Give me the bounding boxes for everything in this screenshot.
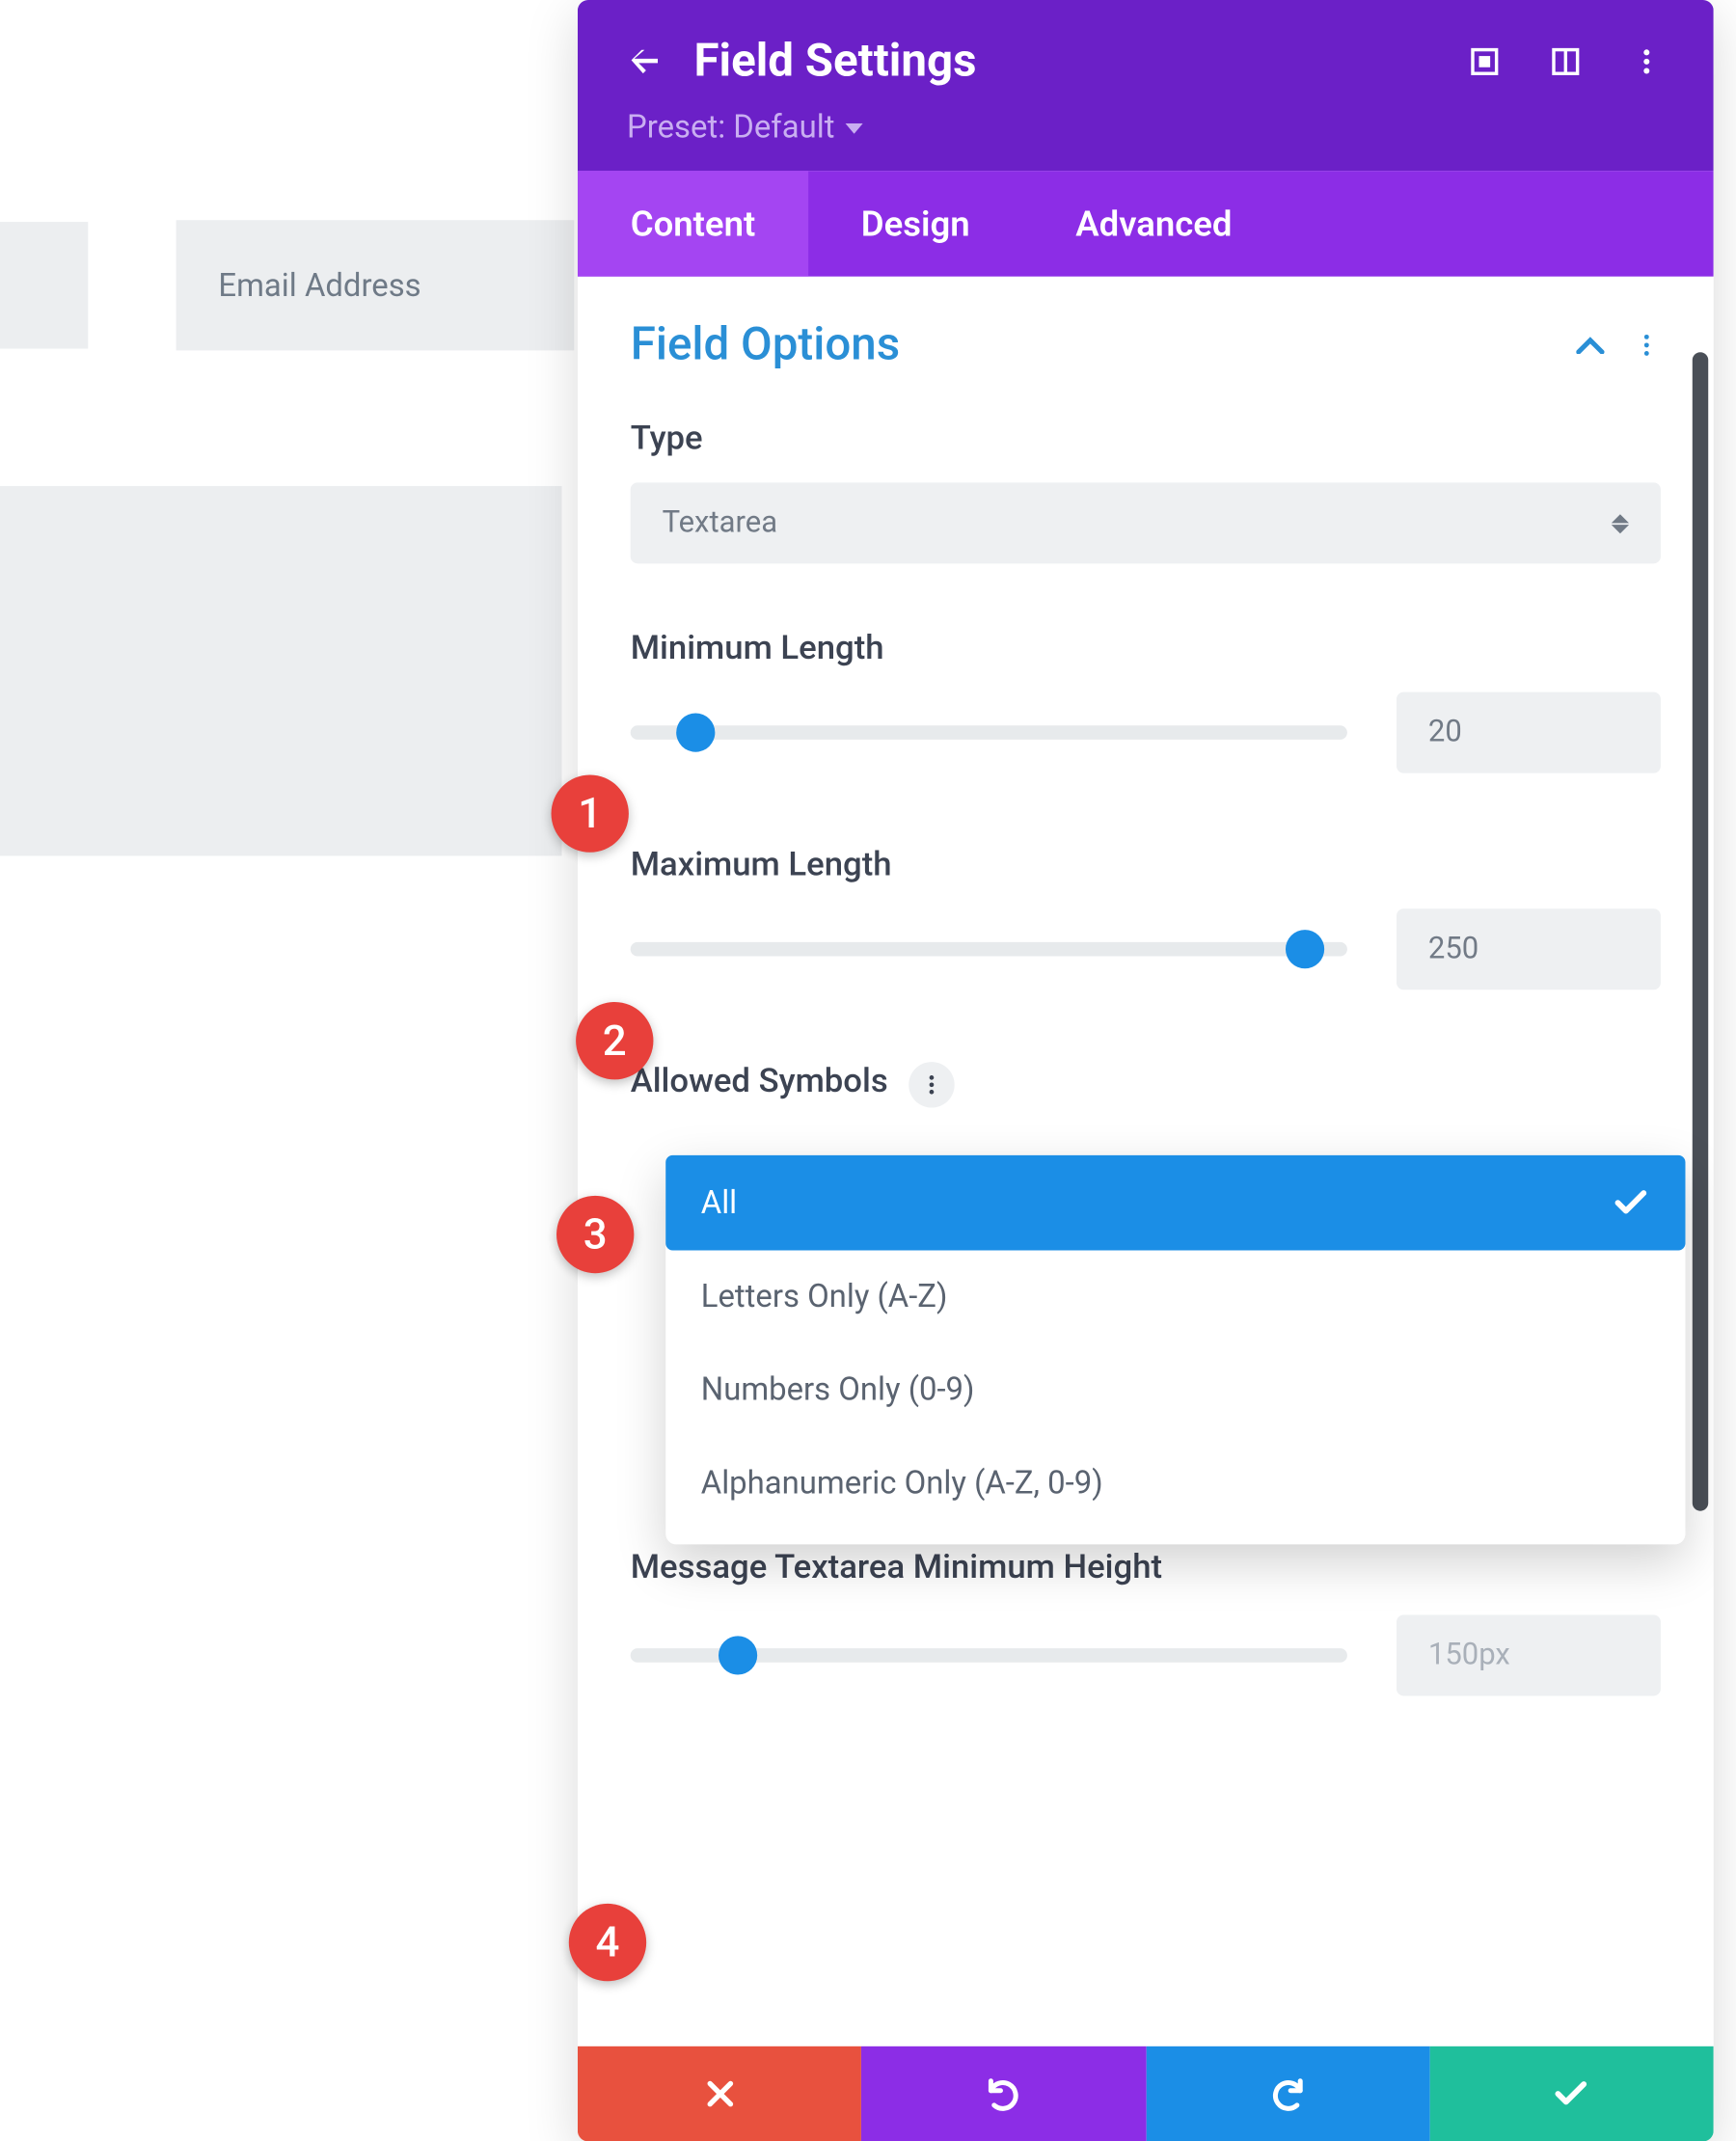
max-length-value: 250 — [1428, 932, 1478, 967]
save-button[interactable] — [1429, 2046, 1713, 2141]
type-value: Textarea — [663, 505, 778, 541]
msg-height-input[interactable]: 150px — [1397, 1615, 1661, 1696]
kebab-menu-icon[interactable] — [1629, 44, 1665, 80]
allowed-symbols-menu-icon[interactable] — [909, 1062, 955, 1107]
min-length-value: 20 — [1428, 715, 1462, 750]
email-placeholder: Email Address — [218, 267, 420, 304]
background-textarea[interactable] — [0, 486, 561, 855]
annotation-marker-2: 2 — [576, 1002, 653, 1079]
min-length-slider[interactable] — [631, 725, 1347, 740]
email-field[interactable]: Email Address — [176, 220, 575, 350]
field-settings-modal: Field Settings Preset: Default — [578, 0, 1714, 2141]
section-title: Field Options — [631, 319, 900, 372]
max-length-label: Maximum Length — [631, 844, 1661, 884]
max-length-input[interactable]: 250 — [1397, 908, 1661, 989]
modal-title: Field Settings — [693, 36, 976, 89]
option-alnum-label: Alphanumeric Only (A-Z, 0-9) — [701, 1465, 1103, 1502]
back-icon[interactable] — [627, 44, 663, 80]
preset-label: Preset: Default — [627, 109, 834, 146]
msg-height-label: Message Textarea Minimum Height — [631, 1542, 1264, 1590]
msg-height-slider[interactable] — [631, 1649, 1347, 1664]
background-field-edge — [0, 222, 88, 348]
collapse-icon[interactable] — [1576, 337, 1604, 354]
option-all-label: All — [701, 1184, 737, 1221]
modal-body: Field Options Type Textarea Minimum Leng… — [578, 277, 1714, 1696]
option-alnum[interactable]: Alphanumeric Only (A-Z, 0-9) — [665, 1437, 1685, 1531]
option-all[interactable]: All — [665, 1155, 1685, 1251]
select-arrows-icon — [1612, 513, 1629, 532]
preset-selector[interactable]: Preset: Default — [627, 109, 1665, 146]
msg-height-placeholder: 150px — [1428, 1639, 1510, 1674]
scrollbar[interactable] — [1693, 352, 1708, 1511]
max-length-slider[interactable] — [631, 942, 1347, 957]
min-length-label: Minimum Length — [631, 627, 1661, 667]
annotation-marker-3: 3 — [556, 1196, 634, 1273]
annotation-marker-1: 1 — [552, 774, 629, 852]
allowed-symbols-dropdown: All Letters Only (A-Z) Numbers Only (0-9… — [665, 1155, 1685, 1545]
modal-footer — [578, 2046, 1714, 2141]
tab-bar: Content Design Advanced — [578, 171, 1714, 277]
type-select[interactable]: Textarea — [631, 482, 1661, 563]
slider-thumb[interactable] — [719, 1637, 757, 1675]
annotation-marker-4: 4 — [569, 1904, 646, 1981]
option-numbers-label: Numbers Only (0-9) — [701, 1371, 975, 1408]
option-letters-label: Letters Only (A-Z) — [701, 1279, 948, 1315]
tab-design[interactable]: Design — [808, 171, 1022, 277]
allowed-symbols-label: Allowed Symbols — [631, 1060, 888, 1100]
option-letters[interactable]: Letters Only (A-Z) — [665, 1250, 1685, 1343]
slider-thumb[interactable] — [675, 714, 714, 752]
fullscreen-icon[interactable] — [1467, 44, 1503, 80]
option-numbers[interactable]: Numbers Only (0-9) — [665, 1343, 1685, 1437]
undo-button[interactable] — [861, 2046, 1145, 2141]
cancel-button[interactable] — [578, 2046, 861, 2141]
redo-button[interactable] — [1146, 2046, 1429, 2141]
layout-icon[interactable] — [1548, 44, 1584, 80]
min-length-input[interactable]: 20 — [1397, 692, 1661, 773]
tab-advanced[interactable]: Advanced — [1022, 171, 1285, 277]
modal-header: Field Settings Preset: Default — [578, 0, 1714, 171]
type-label: Type — [631, 418, 1661, 458]
slider-thumb[interactable] — [1285, 930, 1323, 968]
section-menu-icon[interactable] — [1633, 331, 1661, 359]
tab-content[interactable]: Content — [578, 171, 808, 277]
